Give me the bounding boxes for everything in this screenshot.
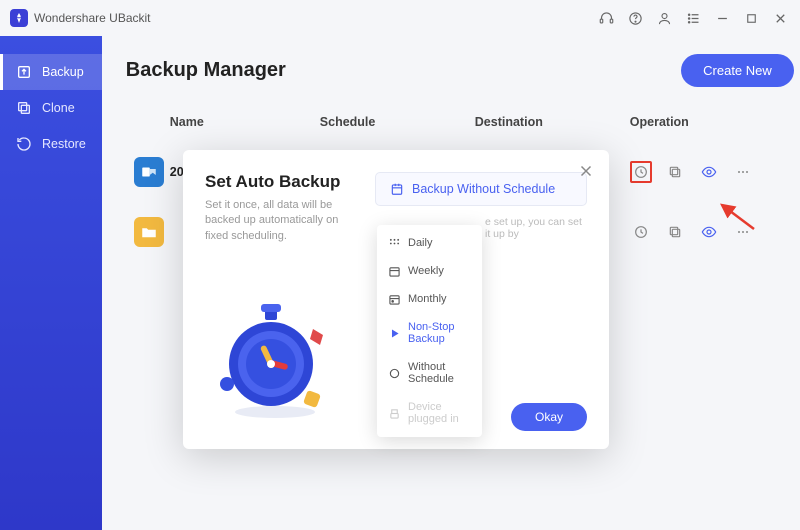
create-new-button[interactable]: Create New bbox=[681, 54, 794, 87]
headset-icon[interactable] bbox=[599, 11, 614, 26]
copy-op-button[interactable] bbox=[664, 221, 686, 243]
maximize-button[interactable] bbox=[744, 11, 759, 26]
monthly-icon bbox=[389, 294, 400, 305]
view-op-button[interactable] bbox=[698, 221, 720, 243]
dropdown-label: Daily bbox=[408, 237, 432, 249]
sidebar: Backup Clone Restore bbox=[0, 36, 102, 530]
dropdown-label: Device plugged in bbox=[408, 401, 470, 425]
modal-left: Set Auto Backup Set it once, all data wi… bbox=[205, 172, 375, 429]
restore-icon bbox=[16, 136, 32, 152]
titlebar-left: Wondershare UBackit bbox=[10, 9, 151, 27]
modal-title: Set Auto Backup bbox=[205, 172, 361, 192]
minimize-button[interactable] bbox=[715, 11, 730, 26]
view-op-button[interactable] bbox=[698, 161, 720, 183]
schedule-button-label: Backup Without Schedule bbox=[412, 182, 555, 196]
sidebar-item-restore[interactable]: Restore bbox=[0, 126, 102, 162]
row-operations bbox=[630, 161, 754, 183]
help-icon[interactable] bbox=[628, 11, 643, 26]
dropdown-item-nonstop[interactable]: Non-Stop Backup bbox=[377, 313, 482, 353]
modal-hint: e set up, you can set it up by bbox=[485, 216, 587, 240]
sidebar-item-label: Restore bbox=[42, 137, 86, 151]
row-operations bbox=[630, 221, 754, 243]
sidebar-item-clone[interactable]: Clone bbox=[0, 90, 102, 126]
nonstop-icon bbox=[389, 328, 400, 339]
clone-icon bbox=[16, 100, 32, 116]
titlebar: Wondershare UBackit bbox=[0, 0, 800, 36]
list-icon[interactable] bbox=[686, 11, 701, 26]
schedule-op-button[interactable] bbox=[630, 221, 652, 243]
user-icon[interactable] bbox=[657, 11, 672, 26]
outlook-icon bbox=[134, 157, 164, 187]
dropdown-label: Weekly bbox=[408, 265, 444, 277]
col-schedule: Schedule bbox=[320, 115, 475, 129]
daily-icon bbox=[389, 238, 400, 249]
dropdown-item-weekly[interactable]: Weekly bbox=[377, 257, 482, 285]
dropdown-item-monthly[interactable]: Monthly bbox=[377, 285, 482, 313]
usb-icon bbox=[389, 408, 400, 419]
backup-schedule-button[interactable]: Backup Without Schedule bbox=[375, 172, 587, 206]
weekly-icon bbox=[389, 266, 400, 277]
app-title: Wondershare UBackit bbox=[34, 11, 151, 25]
stopwatch-illustration-icon bbox=[205, 284, 345, 424]
folder-icon bbox=[134, 217, 164, 247]
calendar-icon bbox=[390, 182, 404, 196]
table-header: Name Schedule Destination Operation bbox=[126, 107, 794, 137]
dropdown-label: Monthly bbox=[408, 293, 447, 305]
col-name: Name bbox=[170, 115, 320, 129]
close-icon[interactable] bbox=[577, 162, 595, 180]
none-icon bbox=[389, 368, 400, 379]
dropdown-item-device-plugged: Device plugged in bbox=[377, 393, 482, 433]
dropdown-item-without-schedule[interactable]: Without Schedule bbox=[377, 353, 482, 393]
app-logo-icon bbox=[10, 9, 28, 27]
more-op-button[interactable] bbox=[732, 161, 754, 183]
backup-icon bbox=[16, 64, 32, 80]
close-button[interactable] bbox=[773, 11, 788, 26]
col-operation: Operation bbox=[630, 115, 754, 129]
okay-button[interactable]: Okay bbox=[511, 403, 587, 431]
schedule-dropdown: Daily Weekly Monthly Non-Stop Backup Wit… bbox=[377, 225, 482, 437]
schedule-op-button[interactable] bbox=[630, 161, 652, 183]
dropdown-label: Without Schedule bbox=[408, 361, 470, 385]
more-op-button[interactable] bbox=[732, 221, 754, 243]
sidebar-item-label: Clone bbox=[42, 101, 75, 115]
dropdown-item-daily[interactable]: Daily bbox=[377, 229, 482, 257]
page-title: Backup Manager bbox=[126, 59, 286, 82]
titlebar-controls bbox=[599, 11, 788, 26]
col-destination: Destination bbox=[475, 115, 630, 129]
sidebar-item-label: Backup bbox=[42, 65, 84, 79]
dropdown-label: Non-Stop Backup bbox=[408, 321, 470, 345]
page-header: Backup Manager Create New bbox=[126, 54, 794, 87]
modal-description: Set it once, all data will be backed up … bbox=[205, 198, 361, 244]
sidebar-item-backup[interactable]: Backup bbox=[0, 54, 102, 90]
copy-op-button[interactable] bbox=[664, 161, 686, 183]
